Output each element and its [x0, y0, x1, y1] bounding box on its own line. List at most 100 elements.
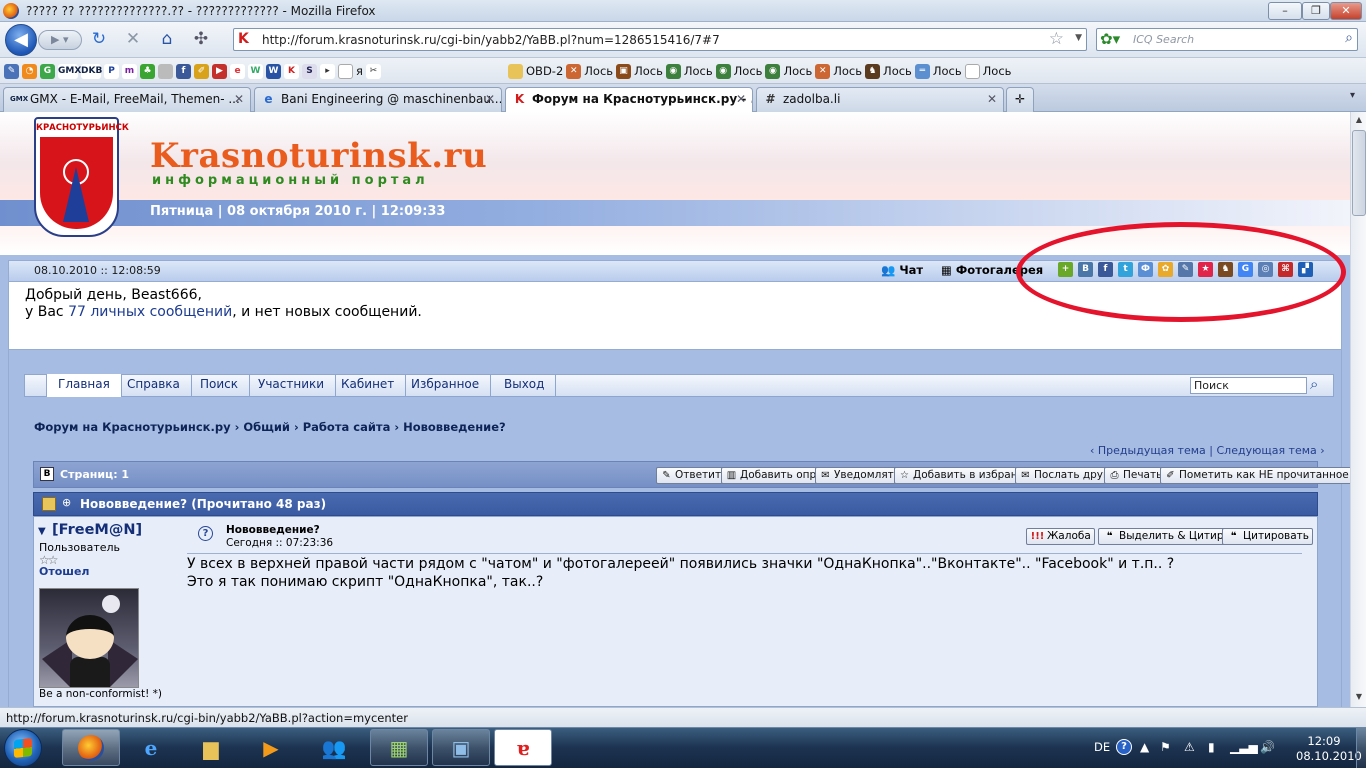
share-icon[interactable]: B	[1078, 262, 1093, 277]
bookmark-obd2[interactable]: OBD-2	[526, 64, 563, 78]
paypal-icon[interactable]: P	[104, 63, 119, 79]
stop-icon[interactable]: ✕	[122, 28, 144, 50]
share-icon[interactable]: ✿	[1158, 262, 1173, 277]
close-window-button[interactable]: ✕	[1330, 2, 1362, 20]
bookmark-los[interactable]: Лось	[734, 64, 763, 78]
chat-link[interactable]: 👥 Чат	[881, 263, 923, 277]
m-icon[interactable]: m	[122, 63, 137, 79]
tab-list-icon[interactable]: ▾	[1350, 90, 1355, 101]
share-icon[interactable]: ◎	[1258, 262, 1273, 277]
play-icon[interactable]: ▸	[320, 63, 335, 79]
share-icon[interactable]: ♞	[1218, 262, 1233, 277]
next-topic-link[interactable]: Следующая тема ›	[1216, 444, 1324, 457]
collapse-icon[interactable]: ▼	[38, 526, 46, 537]
wikipedia-icon[interactable]: W	[248, 63, 263, 79]
tab-zadolba[interactable]: # zadolba.li ✕	[756, 87, 1004, 112]
search-icon[interactable]: ⌕	[1310, 375, 1318, 393]
bookmark-los[interactable]: Лось	[883, 64, 912, 78]
share-icon[interactable]: ✎	[1178, 262, 1193, 277]
private-messages-link[interactable]: 77 личных сообщений	[68, 304, 232, 320]
maximize-button[interactable]: ❐	[1302, 2, 1330, 20]
bookmark-los[interactable]: Лось	[783, 64, 812, 78]
taskbar-ie[interactable]: e	[122, 729, 180, 766]
mark-unread-button[interactable]: ✐ Пометить как НЕ прочитанное	[1160, 467, 1350, 484]
language-indicator[interactable]: DE	[1094, 740, 1110, 754]
home-icon[interactable]: ⌂	[156, 28, 178, 50]
menu-item[interactable]: Главная	[46, 374, 122, 397]
search-box[interactable]: ✿▾ ICQ Search ⌕	[1096, 28, 1358, 51]
show-desktop-button[interactable]	[1356, 728, 1366, 768]
share-icon[interactable]: G	[1238, 262, 1253, 277]
sc-icon[interactable]: S	[302, 63, 317, 79]
apple-icon[interactable]	[158, 63, 173, 79]
report-button[interactable]: !!! Жалоба	[1026, 528, 1095, 545]
tool-icon[interactable]: ✂	[365, 63, 381, 79]
minimize-button[interactable]: –	[1268, 2, 1302, 20]
close-tab-icon[interactable]: ✕	[987, 88, 997, 110]
bookmark-los[interactable]: Лось	[933, 64, 962, 78]
reload-icon[interactable]: ↻	[88, 28, 110, 50]
share-icon[interactable]: ⌘	[1278, 262, 1293, 277]
page-icon[interactable]	[338, 63, 353, 79]
taskbar-media-player[interactable]: ▶	[242, 729, 300, 766]
forward-button[interactable]: ▶ ▾	[38, 30, 82, 50]
city-crest[interactable]: КРАСНОТУРЬИНСК	[34, 117, 129, 237]
krasnoturinsk-bookmark-icon[interactable]: K	[284, 63, 299, 79]
tab-gmx[interactable]: GMX GMX - E-Mail, FreeMail, Themen- ... …	[3, 87, 251, 112]
scroll-down-icon[interactable]: ▼	[1353, 692, 1365, 704]
menu-item[interactable]: Выход	[493, 374, 557, 397]
share-icon[interactable]: Ф	[1138, 262, 1153, 277]
rss-icon[interactable]: ◔	[22, 63, 37, 79]
share-icon[interactable]: t	[1118, 262, 1133, 277]
pen-icon[interactable]: ✐	[194, 63, 209, 79]
clock[interactable]: 12:09 08.10.2010	[1296, 734, 1362, 764]
bookmark-ya[interactable]: я	[356, 64, 363, 78]
walmart-icon[interactable]: W	[266, 63, 281, 79]
network-icon[interactable]: ▮	[1208, 740, 1215, 754]
menu-item[interactable]: Избранное	[400, 374, 492, 397]
volume-icon[interactable]: 🔊	[1260, 740, 1275, 754]
tab-forum[interactable]: K Форум на Краснотурьинск.ру - ... ✕	[505, 87, 753, 113]
tray-arrow-icon[interactable]: ▲	[1140, 740, 1149, 754]
bookmark-los[interactable]: Лось	[833, 64, 862, 78]
taskbar-firefox[interactable]	[62, 729, 120, 766]
forum-search-input[interactable]: Поиск	[1190, 377, 1307, 394]
facebook-icon[interactable]: f	[176, 63, 191, 79]
taskbar-explorer[interactable]: ▆	[182, 729, 240, 766]
tab-bani[interactable]: e Bani Engineering @ maschinenbau.... ✕	[254, 87, 502, 112]
taskbar-control-panel[interactable]: ▣	[432, 729, 490, 766]
scroll-up-icon[interactable]: ▲	[1353, 115, 1365, 127]
google-icon[interactable]: G	[40, 63, 55, 79]
site-logo[interactable]: Krasnoturinsk.ru	[150, 136, 487, 176]
flag-icon[interactable]: ⚑	[1160, 740, 1171, 754]
breadcrumb[interactable]: Форум на Краснотурьинск.ру › Общий › Раб…	[34, 420, 506, 434]
bookmark-los[interactable]: Лось	[584, 64, 613, 78]
youtube-icon[interactable]: ▶	[212, 63, 227, 79]
avatar[interactable]	[39, 588, 139, 688]
post-author[interactable]: [FreeM@N]	[52, 522, 142, 538]
reply-button[interactable]: ✎ Ответить	[656, 467, 732, 484]
start-button[interactable]	[4, 729, 42, 767]
gmx-bookmark-icon[interactable]: GMX	[58, 63, 81, 79]
share-icon[interactable]: ▞	[1298, 262, 1313, 277]
menu-item[interactable]: Участники	[247, 374, 337, 397]
dkb-bookmark-icon[interactable]: DKB	[81, 63, 102, 79]
taskbar-avira[interactable]: ɐ	[494, 729, 552, 766]
bookmark-star-icon[interactable]: ☆	[1049, 29, 1064, 49]
new-tab-button[interactable]: ✛	[1006, 87, 1034, 112]
vertical-scrollbar[interactable]: ▲ ▼	[1350, 112, 1366, 707]
menu-item[interactable]: Поиск	[189, 374, 251, 397]
taskbar-messenger[interactable]: 👥	[305, 729, 363, 766]
scrollbar-thumb[interactable]	[1352, 130, 1366, 216]
close-tab-icon[interactable]: ✕	[234, 88, 244, 110]
addon-icon[interactable]: ✣	[190, 28, 212, 50]
close-tab-icon[interactable]: ✕	[485, 88, 495, 110]
menu-item[interactable]: Кабинет	[330, 374, 407, 397]
taskbar-spreadsheet[interactable]: ▦	[370, 729, 428, 766]
url-bar[interactable]: K http://forum.krasnoturinsk.ru/cgi-bin/…	[233, 28, 1087, 51]
share-icon[interactable]: +	[1058, 262, 1073, 277]
bookmark-los[interactable]: Лось	[684, 64, 713, 78]
bookmark-los[interactable]: Лось	[634, 64, 663, 78]
share-icon[interactable]: f	[1098, 262, 1113, 277]
notify-button[interactable]: ✉ Уведомлять	[815, 467, 904, 484]
